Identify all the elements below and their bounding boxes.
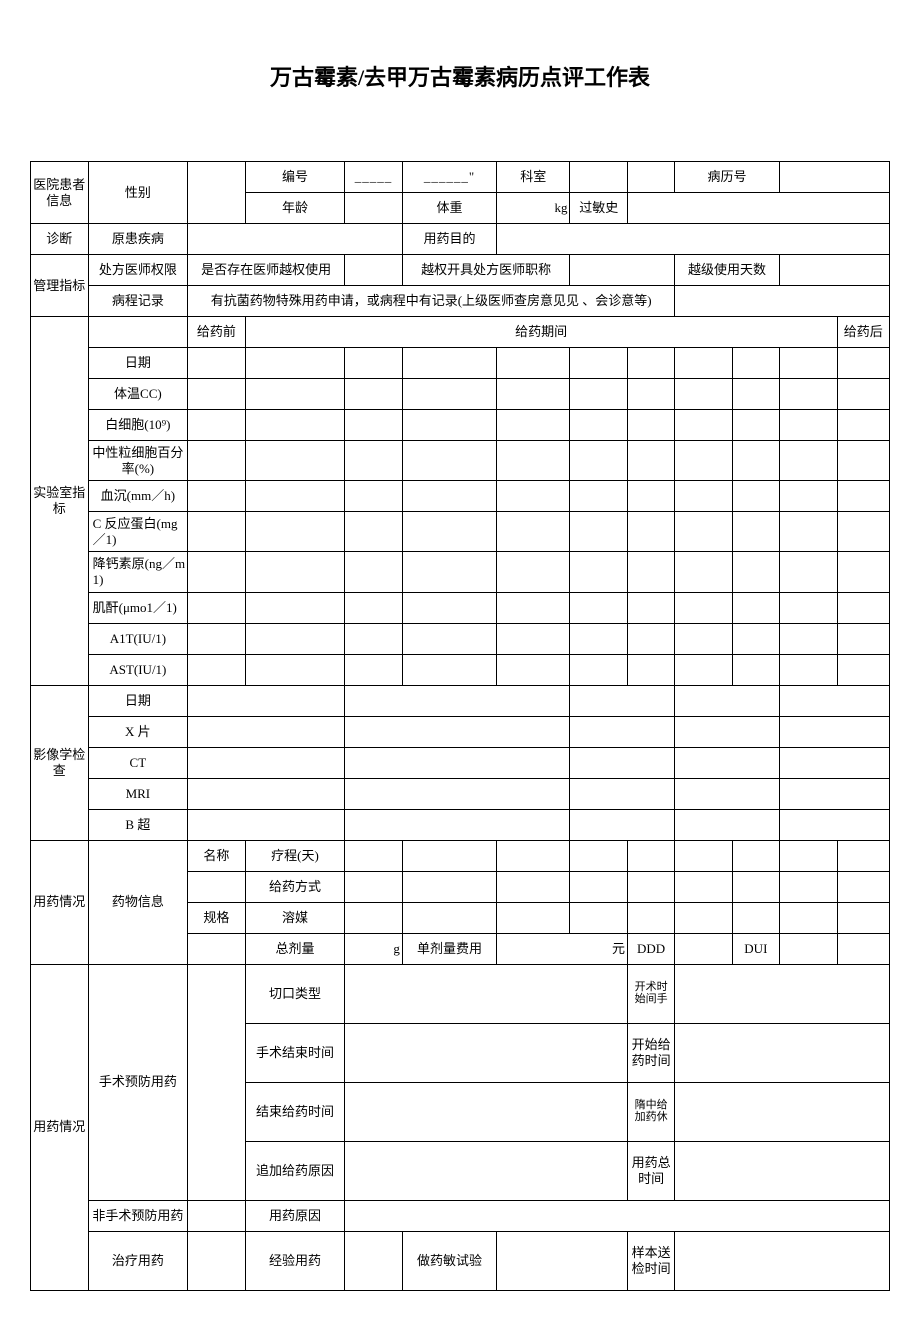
- section-lab: 实验室指标: [31, 317, 89, 686]
- lbl-recordno: 病历号: [675, 162, 780, 193]
- lab-row-2: 白细胞(10⁹): [88, 410, 188, 441]
- lbl-spec: 规格: [188, 902, 246, 933]
- lab-row-1: 体温CC): [88, 379, 188, 410]
- lbl-nonsurgery: 非手术预防用药: [88, 1200, 188, 1231]
- lbl-total: 总剂量: [245, 933, 345, 964]
- lbl-number: 编号: [245, 162, 345, 193]
- section-med: 用药情况: [31, 840, 89, 964]
- lbl-opstart: 开术时始间手: [628, 964, 675, 1023]
- img-row-1: X 片: [88, 716, 188, 747]
- lab-row-4: 血沉(mm／h): [88, 481, 188, 512]
- label-sex: 性别: [88, 162, 188, 224]
- lbl-empirical: 经验用药: [245, 1231, 345, 1290]
- lbl-orig: 原患疾病: [88, 224, 188, 255]
- lbl-overtitle: 越权开具处方医师职称: [402, 255, 570, 286]
- lbl-dui: DUI: [732, 933, 779, 964]
- unit-yuan: 元: [497, 933, 628, 964]
- lbl-singlecost: 单剂量费用: [402, 933, 496, 964]
- lbl-sampletime: 样本送检时间: [628, 1231, 675, 1290]
- lab-row-6: 降钙素原(ng／m1): [88, 552, 188, 592]
- lbl-overuse: 是否存在医师越权使用: [188, 255, 345, 286]
- lab-row-9: AST(IU/1): [88, 654, 188, 685]
- blank2: ______": [402, 162, 496, 193]
- lbl-ddd: DDD: [628, 933, 675, 964]
- lbl-solvent: 溶媒: [245, 902, 345, 933]
- lbl-name: 名称: [188, 840, 246, 871]
- lbl-startmed: 开始给药时间: [628, 1023, 675, 1082]
- record-text: 有抗菌药物特殊用药申请，或病程中有记录(上级医师查房意见见 、会诊意等): [188, 286, 675, 317]
- lbl-overdays: 越级使用天数: [675, 255, 780, 286]
- lbl-age: 年龄: [245, 193, 345, 224]
- img-row-0: 日期: [88, 685, 188, 716]
- lbl-intra: 隋中给加药休: [628, 1082, 675, 1141]
- lbl-purpose: 用药目的: [402, 224, 496, 255]
- lbl-dept: 科室: [497, 162, 570, 193]
- section-imaging: 影像学检查: [31, 685, 89, 840]
- lab-row-5: C 反应蛋白(mg／1): [88, 512, 188, 552]
- lbl-during: 给药期间: [245, 317, 837, 348]
- img-row-3: MRI: [88, 778, 188, 809]
- img-row-4: B 超: [88, 809, 188, 840]
- lbl-medreason: 用药原因: [245, 1200, 345, 1231]
- unit-kg: kg: [497, 193, 570, 224]
- img-row-2: CT: [88, 747, 188, 778]
- lbl-reason: 追加给药原因: [245, 1141, 345, 1200]
- lab-row-8: A1T(IU/1): [88, 623, 188, 654]
- lbl-sensitivity: 做药敏试验: [402, 1231, 496, 1290]
- lab-row-3: 中性粒细胞百分率(%): [88, 441, 188, 481]
- section-diagnosis: 诊断: [31, 224, 89, 255]
- section-patient2: 医院患者信息: [31, 162, 89, 224]
- lbl-incision: 切口类型: [245, 964, 345, 1023]
- lbl-post: 给药后: [837, 317, 889, 348]
- page-title: 万古霉素/去甲万古霉素病历点评工作表: [30, 60, 890, 92]
- lbl-totaltime: 用药总时间: [628, 1141, 675, 1200]
- lbl-weight: 体重: [402, 193, 496, 224]
- section-manage: 管理指标: [31, 255, 89, 317]
- section-usage: 用药情况: [31, 964, 89, 1290]
- lbl-pre: 给药前: [188, 317, 246, 348]
- lab-row-0: 日期: [88, 348, 188, 379]
- lbl-medinfo: 药物信息: [88, 840, 188, 964]
- lbl-course: 疗程(天): [245, 840, 345, 871]
- unit-g: g: [345, 933, 403, 964]
- lbl-allergy: 过敏史: [570, 193, 628, 224]
- lbl-route: 给药方式: [245, 871, 345, 902]
- lbl-opend: 手术结束时间: [245, 1023, 345, 1082]
- main-form: 医院患者信息 性别 编号 _____ ______" 科室 病历号 年龄 体重 …: [30, 161, 890, 1291]
- blank1: _____: [345, 162, 403, 193]
- lab-row-7: 肌酐(μmo1／1): [88, 592, 188, 623]
- lbl-endmed: 结束给药时间: [245, 1082, 345, 1141]
- lbl-surgery: 手术预防用药: [88, 964, 188, 1200]
- lbl-treat: 治疗用药: [88, 1231, 188, 1290]
- lbl-rxauth: 处方医师权限: [88, 255, 188, 286]
- lbl-record: 病程记录: [88, 286, 188, 317]
